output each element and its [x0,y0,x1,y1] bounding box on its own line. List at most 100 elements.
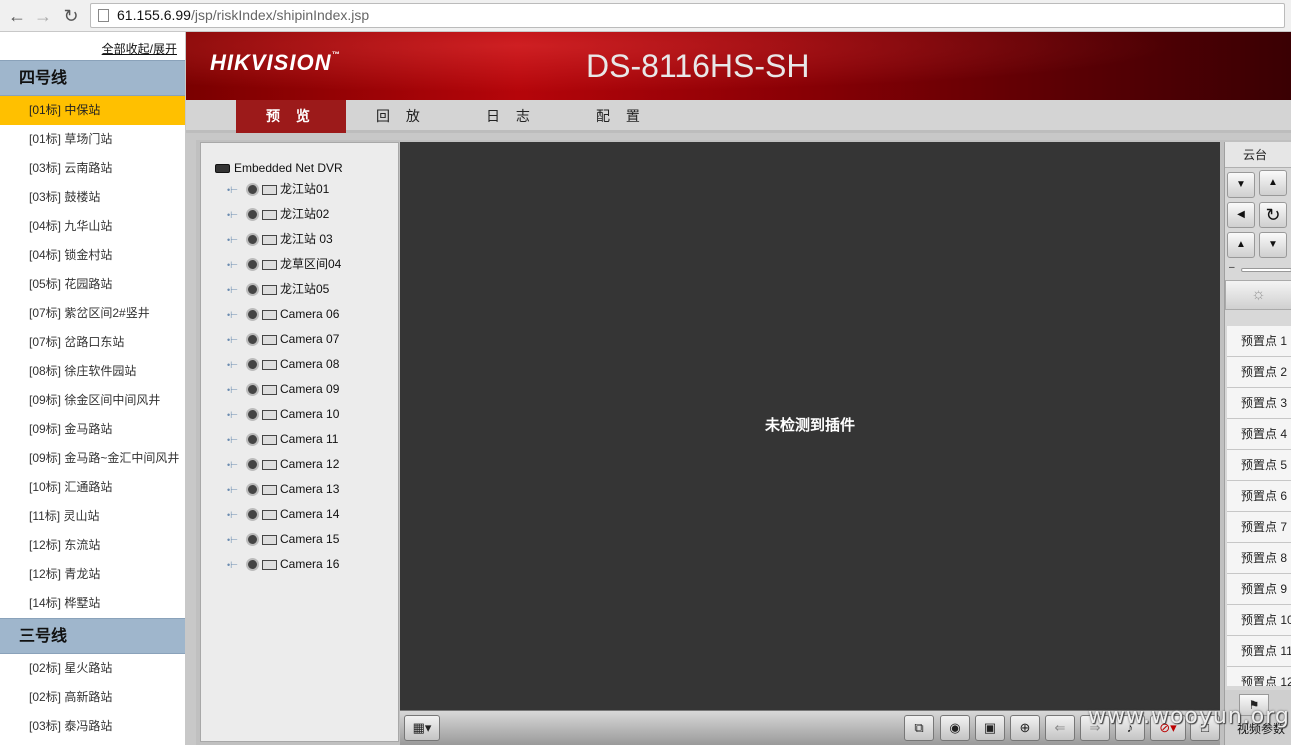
station-item[interactable]: [09标] 金马路~金汇中间风井 [0,444,185,473]
tab-playback[interactable]: 回 放 [346,100,456,133]
dvr-web-client: HIKVISION™ DS-8116HS-SH 预 览 回 放 日 志 配 置 … [186,32,1291,745]
address-bar[interactable]: 61.155.6.99/jsp/riskIndex/shipinIndex.js… [90,3,1285,28]
ptz-up-icon[interactable]: ▲ [1259,170,1287,196]
camera-tree-item[interactable]: •⊢ 龙江站05 [227,279,329,299]
camera-icon [246,383,259,397]
page-icon [98,9,109,22]
preset-item[interactable]: 预置点 6 [1227,481,1291,512]
tree-root[interactable]: Embedded Net DVR [215,159,343,177]
station-item[interactable]: [07标] 紫岔区间2#竖井 [0,299,185,328]
window-icon[interactable]: ⧉ [904,715,934,741]
arrow-left-icon[interactable]: ← [6,5,28,27]
camera-tree-item[interactable]: •⊢ Camera 12 [227,454,339,474]
ptz-panel: 云台 ▼ ▲ ◀ ↻ ▲ ▼ – ☼ 预置点 1 预置点 2 预置点 3 预置点 4预… [1224,142,1291,745]
camera-tree-item[interactable]: •⊢ Camera 08 [227,354,339,374]
tab-preview[interactable]: 预 览 [236,100,346,133]
station-item[interactable]: [05标] 花园路站 [0,270,185,299]
ptz-up-left-icon[interactable]: ▲ [1227,232,1255,258]
station-item[interactable]: [04标] 锁金村站 [0,241,185,270]
record-status-icon [262,484,277,495]
camera-tree-item[interactable]: •⊢ 龙江站01 [227,179,329,199]
preset-list: 预置点 1 预置点 2 预置点 3 预置点 4 预置点 5 预置点 6 预置点 7 预置点 8… [1227,326,1291,686]
preset-item[interactable]: 预置点 4 [1227,419,1291,450]
camera-tree-item[interactable]: •⊢ Camera 07 [227,329,339,349]
line-group-header[interactable]: 三号线 [0,618,185,654]
camera-name: Camera 08 [280,357,340,371]
snapshot-camera-icon[interactable]: ◉ [940,715,970,741]
connection-icon: •⊢ [227,434,238,445]
record-status-icon [262,209,277,220]
preset-item[interactable]: 预置点 10 [1227,605,1291,636]
camera-icon [246,233,259,247]
camera-tree-item[interactable]: •⊢ Camera 14 [227,504,339,524]
preset-item[interactable]: 预置点 7 [1227,512,1291,543]
camera-tree-item[interactable]: •⊢ Camera 06 [227,304,339,324]
camera-name: Camera 12 [280,457,340,471]
ptz-down-icon[interactable]: ▼ [1259,232,1287,258]
tab-config[interactable]: 配 置 [566,100,676,133]
camera-tree-item[interactable]: •⊢ Camera 09 [227,379,339,399]
line-group-header[interactable]: 四号线 [0,60,185,96]
record-status-icon [262,459,277,470]
connection-icon: •⊢ [227,484,238,495]
preset-item[interactable]: 预置点 8 [1227,543,1291,574]
preset-item[interactable]: 预置点 12 [1227,667,1291,686]
video-window[interactable]: 未检测到插件 [400,142,1220,710]
camera-tree-item[interactable]: •⊢ Camera 16 [227,554,339,574]
camera-icon [246,408,259,422]
ptz-auto-icon[interactable]: ↻ [1259,202,1287,228]
preset-item[interactable]: 预置点 9 [1227,574,1291,605]
record-icon[interactable]: ▣ [975,715,1005,741]
station-item[interactable]: [14标] 桦墅站 [0,589,185,618]
ptz-speed-slider[interactable]: – [1225,262,1291,276]
camera-icon [246,458,259,472]
camera-icon [246,208,259,222]
collapse-expand-all-link[interactable]: 全部收起/展开 [102,40,177,57]
camera-tree-item[interactable]: •⊢ 龙江站 03 [227,229,333,249]
layout-grid-icon[interactable]: ▦▾ [404,715,440,741]
ptz-left-icon[interactable]: ◀ [1227,202,1255,228]
camera-tree-item[interactable]: •⊢ 龙草区间04 [227,254,341,274]
browser-toolbar: ← → ↻ 61.155.6.99/jsp/riskIndex/shipinIn… [0,0,1291,32]
preset-item[interactable]: 预置点 1 [1227,326,1291,357]
station-item[interactable]: [12标] 青龙站 [0,560,185,589]
tab-log[interactable]: 日 志 [456,100,566,133]
zoom-in-icon[interactable]: ⊕ [1010,715,1040,741]
camera-icon [246,558,259,572]
station-item[interactable]: [01标] 中保站 [0,96,185,125]
station-item[interactable]: [08标] 徐庄软件园站 [0,357,185,386]
arrow-right-icon[interactable]: → [32,5,54,27]
record-status-icon [262,434,277,445]
station-item[interactable]: [03标] 鼓楼站 [0,183,185,212]
camera-tree-item[interactable]: •⊢ Camera 13 [227,479,339,499]
station-item[interactable]: [12标] 东流站 [0,531,185,560]
station-item[interactable]: [04标] 九华山站 [0,212,185,241]
station-item[interactable]: [01标] 草场门站 [0,125,185,154]
camera-name: Camera 06 [280,307,340,321]
preset-item[interactable]: 预置点 5 [1227,450,1291,481]
preset-item[interactable]: 预置点 11 [1227,636,1291,667]
camera-tree-item[interactable]: •⊢ Camera 11 [227,429,338,449]
camera-tree-item[interactable]: •⊢ 龙江站02 [227,204,329,224]
station-item[interactable]: [09标] 徐金区间中间风井 [0,386,185,415]
camera-tree-item[interactable]: •⊢ Camera 15 [227,529,339,549]
station-item[interactable]: [02标] 高新路站 [0,683,185,712]
ptz-down-left-icon[interactable]: ▼ [1227,172,1255,198]
light-bulb-icon[interactable]: ☼ [1225,280,1291,310]
station-item[interactable]: [03标] 泰冯路站 [0,712,185,741]
station-item[interactable]: [02标] 星火路站 [0,654,185,683]
record-status-icon [262,309,277,320]
station-item[interactable]: [03标] 云南路站 [0,154,185,183]
prev-icon[interactable]: ⇐ [1045,715,1075,741]
camera-icon [246,283,259,297]
preset-item[interactable]: 预置点 2 [1227,357,1291,388]
reload-icon[interactable]: ↻ [60,5,82,27]
camera-icon [246,433,259,447]
preset-item[interactable]: 预置点 3 [1227,388,1291,419]
station-item[interactable]: [11标] 灵山站 [0,502,185,531]
station-item[interactable]: [07标] 岔路口东站 [0,328,185,357]
station-item[interactable]: [10标] 汇通路站 [0,473,185,502]
station-item[interactable]: [09标] 金马路站 [0,415,185,444]
camera-tree-item[interactable]: •⊢ Camera 10 [227,404,339,424]
camera-icon [246,533,259,547]
